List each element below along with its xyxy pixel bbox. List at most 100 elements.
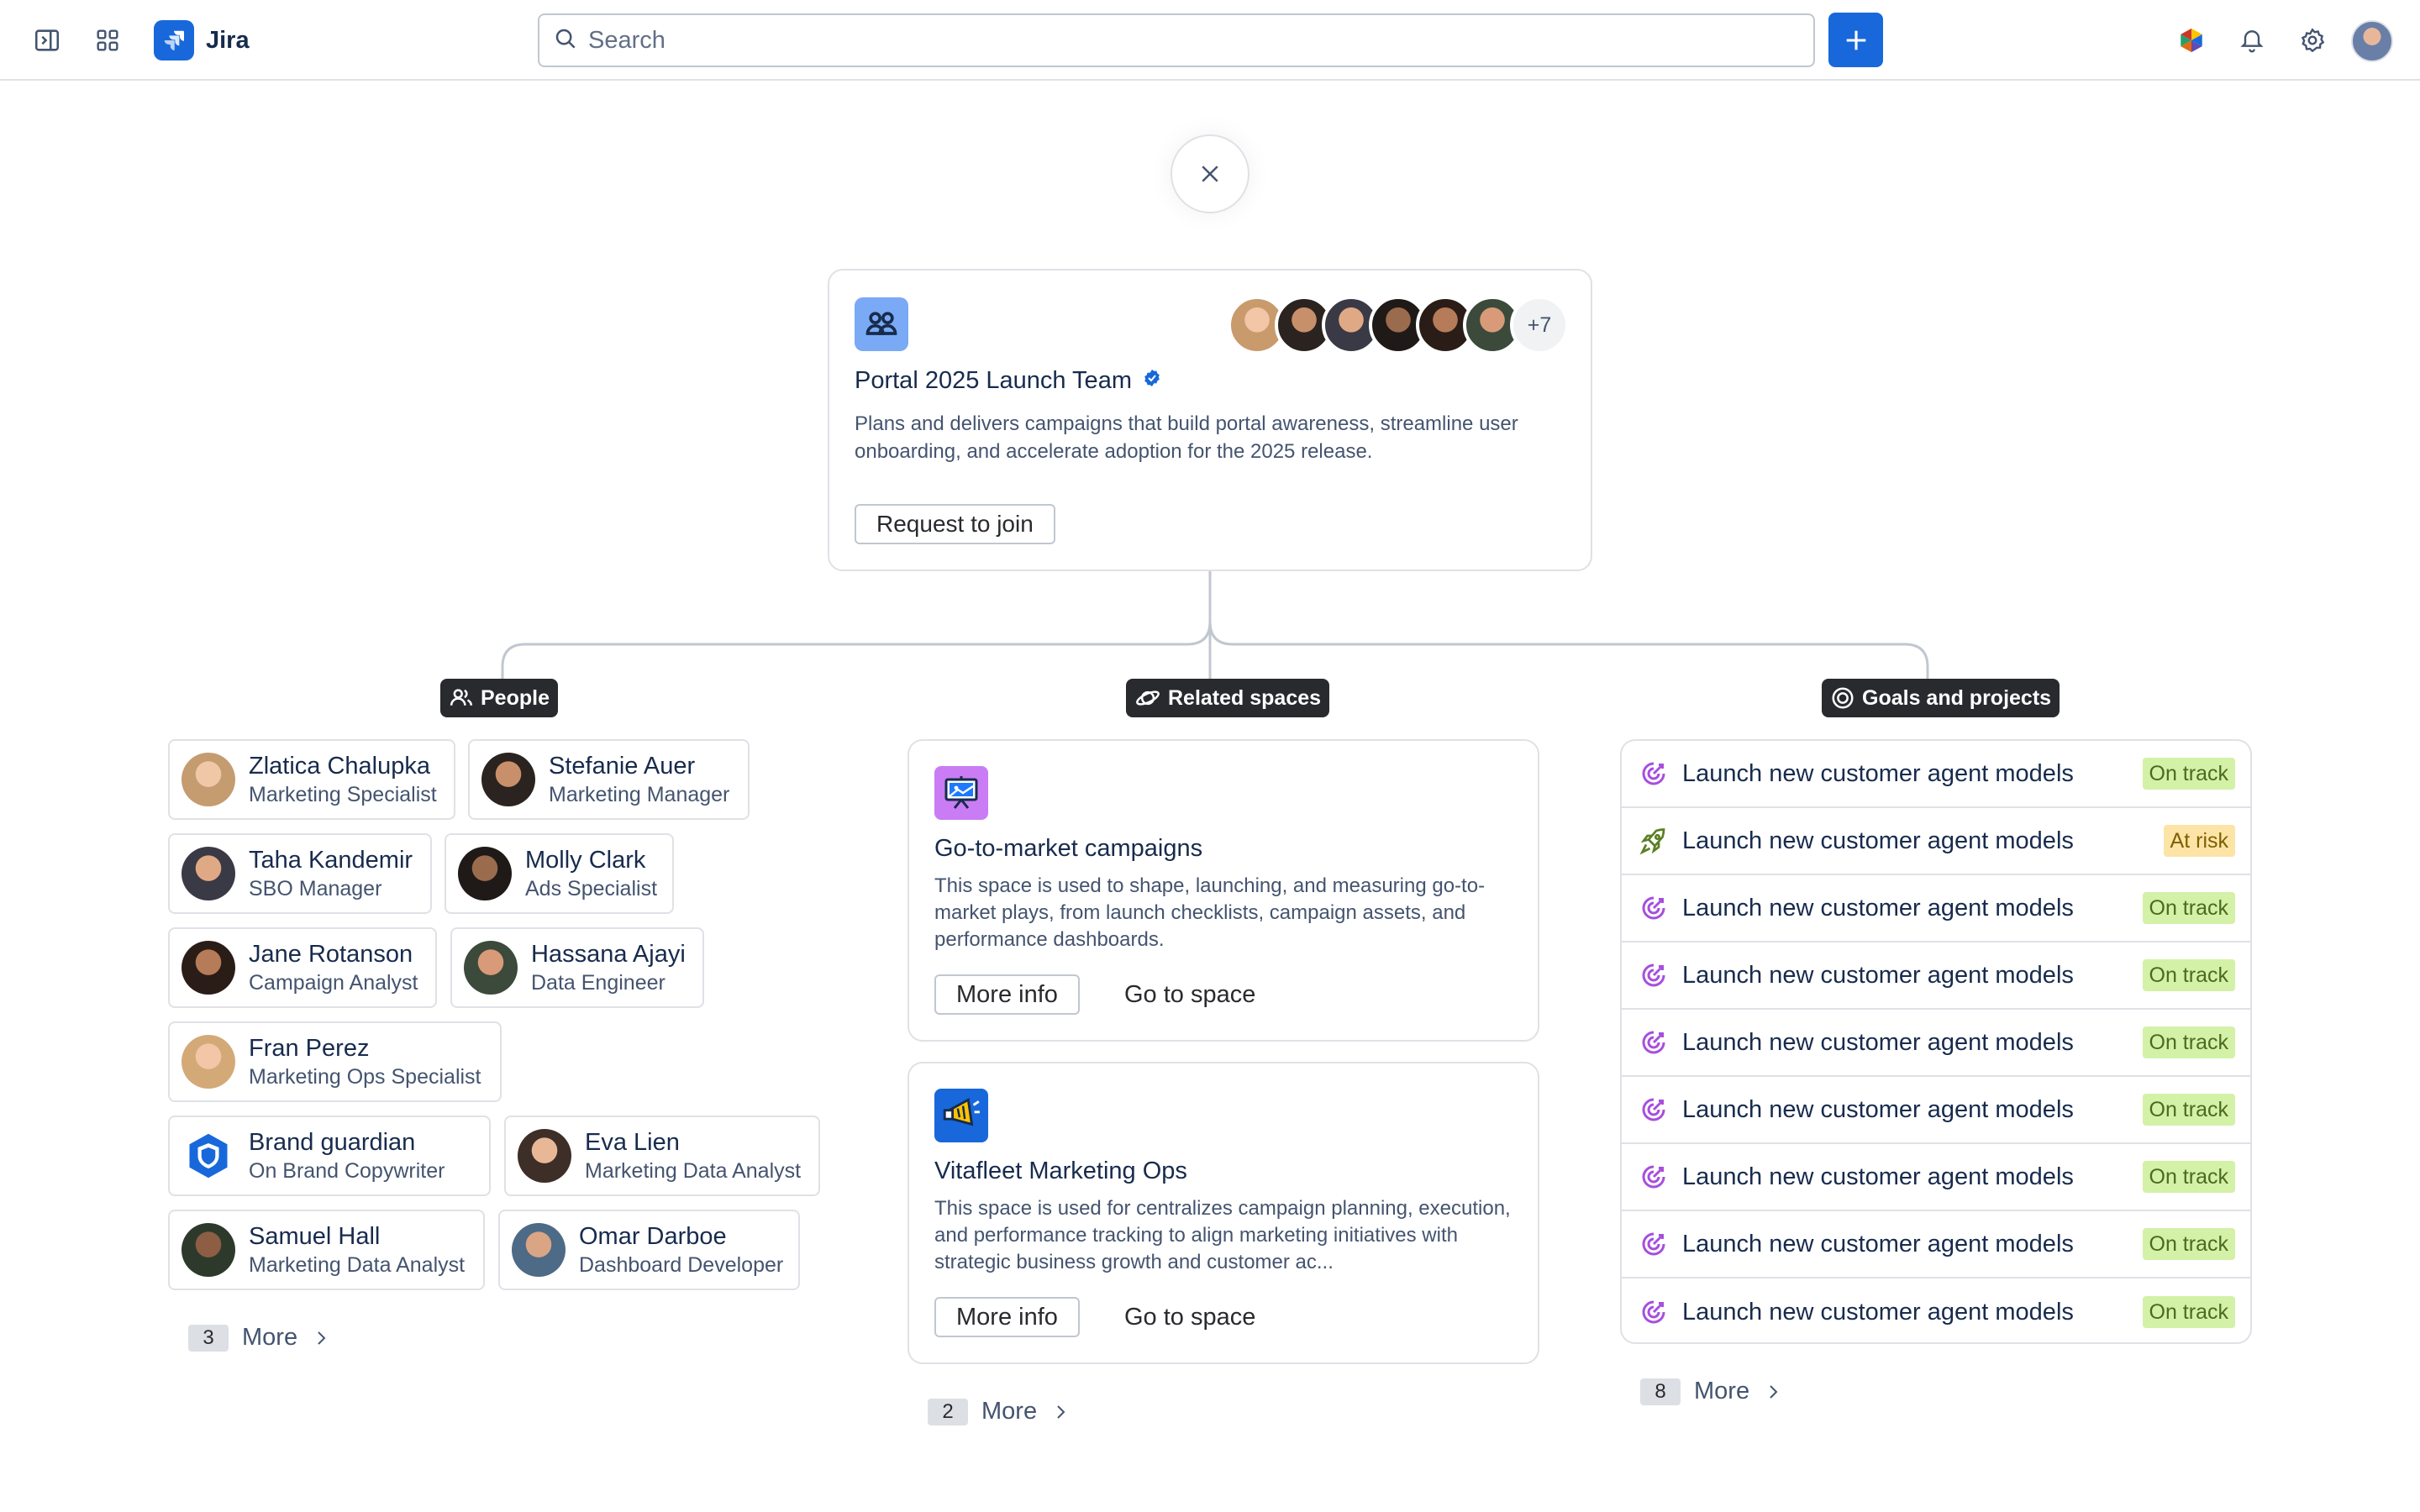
more-info-button[interactable]: More info (934, 1297, 1080, 1337)
notification-bell-icon[interactable] (2232, 20, 2272, 60)
chevron-right-icon (318, 1331, 326, 1345)
app-switcher-icon[interactable] (87, 20, 128, 60)
person-card[interactable]: Hassana Ajayi Data Engineer (450, 927, 704, 1008)
goal-title: Launch new customer agent models (1682, 894, 2074, 921)
sidebar-toggle-icon[interactable] (27, 20, 67, 60)
goal-title: Launch new customer agent models (1682, 1298, 2074, 1326)
planet-icon (1136, 690, 1160, 706)
person-avatar (464, 941, 518, 995)
rocket-project-icon (1639, 828, 1665, 855)
team-name: Portal 2025 Launch Team (855, 367, 1132, 394)
team-card: +7 Portal 2025 Launch Team Plans and del… (828, 269, 1592, 571)
person-role: Marketing Ops Specialist (249, 1065, 481, 1089)
people-section-label: People (440, 679, 558, 717)
goal-icon (1642, 1098, 1665, 1121)
goal-title: Launch new customer agent models (1682, 961, 2074, 989)
goal-row[interactable]: Launch new customer agent models On trac… (1622, 1278, 2250, 1342)
profile-avatar[interactable] (2351, 20, 2393, 62)
related-spaces-section-label: Related spaces (1126, 679, 1330, 717)
space-card[interactable]: Go-to-market campaigns This space is use… (908, 739, 1539, 1042)
person-name: Taha Kandemir (249, 847, 413, 874)
person-role: On Brand Copywriter (249, 1159, 445, 1183)
goal-title: Launch new customer agent models (1682, 759, 2074, 787)
person-card[interactable]: Stefanie Auer Marketing Manager (468, 739, 750, 820)
goal-row[interactable]: Launch new customer agent models On trac… (1622, 875, 2250, 942)
goal-title: Launch new customer agent models (1682, 1028, 2074, 1056)
person-card[interactable]: Fran Perez Marketing Ops Specialist (168, 1021, 502, 1102)
people-more-link[interactable]: 3 More (188, 1324, 331, 1352)
team-member-avatars[interactable]: +7 (1228, 296, 1569, 354)
person-role: SBO Manager (249, 877, 382, 900)
person-card[interactable]: Brand guardian On Brand Copywriter (168, 1116, 491, 1196)
spaces-more-link[interactable]: 2 More (928, 1398, 1071, 1425)
person-avatar (182, 847, 235, 900)
person-avatar (481, 753, 535, 806)
person-card[interactable]: Zlatica Chalupka Marketing Specialist (168, 739, 455, 820)
person-card[interactable]: Samuel Hall Marketing Data Analyst (168, 1210, 485, 1290)
person-role: Campaign Analyst (249, 971, 418, 995)
goal-title: Launch new customer agent models (1682, 1230, 2074, 1257)
person-card[interactable]: Taha Kandemir SBO Manager (168, 833, 432, 914)
person-avatar (182, 941, 235, 995)
close-button[interactable] (1171, 134, 1249, 213)
goal-row[interactable]: Launch new customer agent models On trac… (1622, 1144, 2250, 1211)
person-card[interactable]: Eva Lien Marketing Data Analyst (504, 1116, 820, 1196)
person-name: Samuel Hall (249, 1223, 381, 1250)
goal-row[interactable]: Launch new customer agent models On trac… (1622, 1010, 2250, 1077)
jira-logo[interactable]: Jira (154, 20, 250, 60)
goals-more-link[interactable]: 8 More (1640, 1378, 1783, 1405)
goal-row[interactable]: Launch new customer agent models On trac… (1622, 741, 2250, 808)
person-card[interactable]: Omar Darboe Dashboard Developer (498, 1210, 800, 1290)
close-icon (1202, 165, 1218, 182)
person-role: Data Engineer (531, 971, 666, 995)
space-title[interactable]: Vitafleet Marketing Ops (934, 1158, 1187, 1185)
more-members-count[interactable]: +7 (1510, 296, 1569, 354)
goal-row[interactable]: Launch new customer agent models On trac… (1622, 1211, 2250, 1278)
person-name: Eva Lien (585, 1129, 680, 1156)
jira-logo-icon (154, 20, 194, 60)
goal-row[interactable]: Launch new customer agent models On trac… (1622, 1077, 2250, 1144)
people-icon (450, 689, 473, 706)
space-card[interactable]: Vitafleet Marketing Ops This space is us… (908, 1062, 1539, 1364)
person-name: Molly Clark (525, 847, 646, 874)
create-button[interactable] (1828, 13, 1883, 67)
goal-icon (1642, 1300, 1665, 1324)
goal-icon (1642, 1165, 1665, 1189)
go-to-space-button[interactable]: Go to space (1104, 1297, 1276, 1337)
person-card[interactable]: Molly Clark Ads Specialist (445, 833, 674, 914)
more-label: More (242, 1324, 298, 1351)
goal-icon (1642, 1232, 1665, 1256)
space-description: This space is used to shape, launching, … (934, 874, 1486, 951)
megaphone-space-icon (934, 1089, 988, 1142)
person-role: Marketing Data Analyst (585, 1159, 802, 1183)
search-icon (553, 26, 578, 55)
person-card[interactable]: Jane Rotanson Campaign Analyst (168, 927, 437, 1008)
goals-list: Launch new customer agent models On trac… (1620, 739, 2252, 1344)
settings-gear-icon[interactable] (2292, 20, 2333, 60)
search-input[interactable] (588, 26, 1765, 55)
rovo-icon[interactable] (2171, 20, 2212, 60)
goal-row[interactable]: Launch new customer agent models At risk (1622, 808, 2250, 875)
status-badge: On track (2142, 758, 2235, 790)
team-title[interactable]: Portal 2025 Launch Team (855, 367, 1162, 395)
presentation-space-icon (934, 766, 988, 820)
target-icon (1832, 687, 1854, 709)
team-icon (855, 297, 908, 351)
plus-icon (1846, 30, 1865, 50)
more-info-button[interactable]: More info (934, 974, 1080, 1015)
person-name: Brand guardian (249, 1129, 416, 1156)
request-to-join-button[interactable]: Request to join (855, 504, 1055, 544)
shield-agent-icon (182, 1129, 235, 1183)
person-name: Fran Perez (249, 1035, 370, 1062)
goal-icon (1642, 896, 1665, 920)
space-title[interactable]: Go-to-market campaigns (934, 835, 1202, 863)
more-count-badge: 3 (188, 1324, 229, 1352)
search-bar[interactable] (538, 13, 1815, 67)
status-badge: On track (2142, 1161, 2235, 1193)
person-avatar (512, 1223, 566, 1277)
related-spaces-label: Related spaces (1168, 685, 1322, 710)
person-avatar (518, 1129, 571, 1183)
goal-row[interactable]: Launch new customer agent models On trac… (1622, 942, 2250, 1010)
go-to-space-button[interactable]: Go to space (1104, 974, 1276, 1015)
person-avatar (458, 847, 512, 900)
